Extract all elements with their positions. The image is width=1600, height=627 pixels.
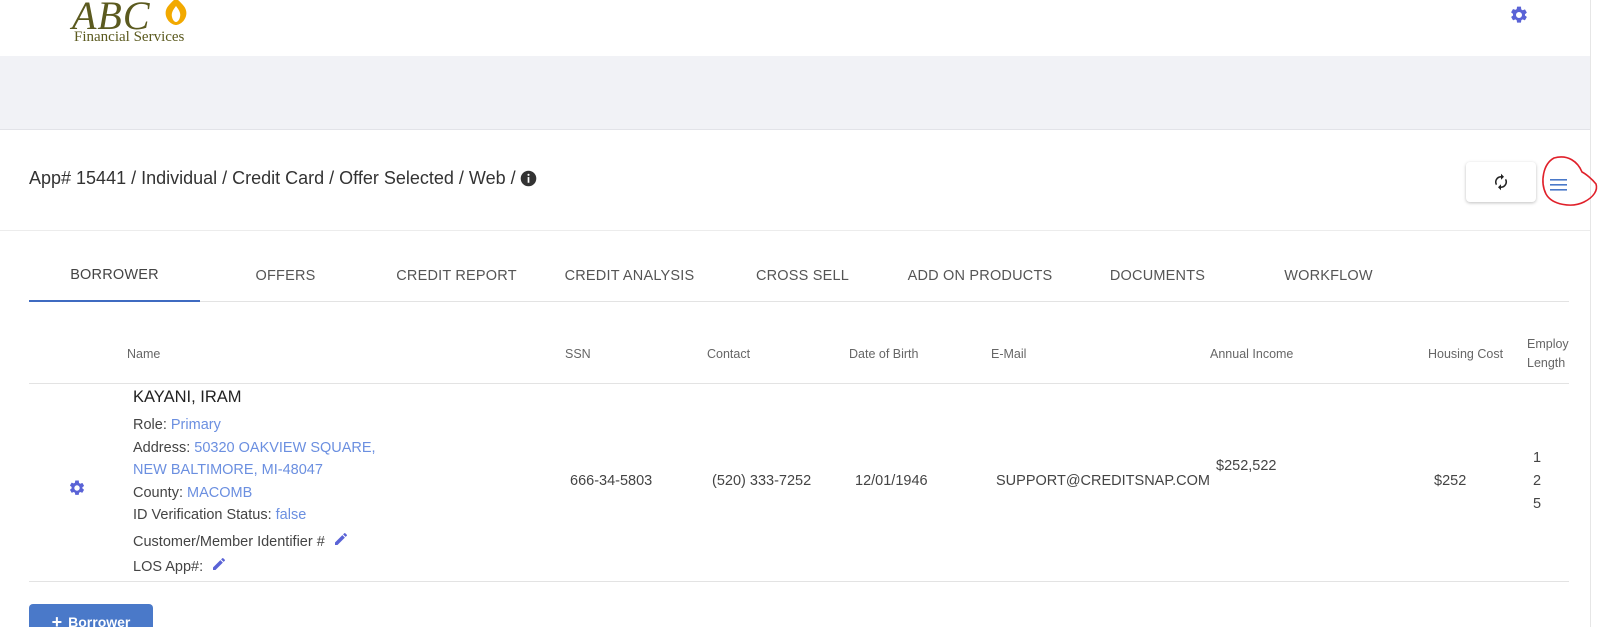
borrower-contact: (520) 333-7252	[712, 473, 812, 489]
column-header-contact: Contact	[707, 347, 751, 361]
hamburger-menu-icon[interactable]	[1548, 174, 1570, 196]
scrollbar[interactable]	[1590, 0, 1600, 627]
tab-bar: BORROWER OFFERS CREDIT REPORT CREDIT ANA…	[29, 250, 1569, 302]
header-divider	[29, 383, 1569, 384]
top-bar: ABC Financial Services	[0, 0, 1600, 56]
idv-label: ID Verification Status:	[133, 507, 272, 523]
employ-length-2: 2	[1533, 473, 1542, 489]
borrower-role: Role: Primary	[133, 417, 221, 433]
settings-gear-icon[interactable]	[1509, 5, 1529, 25]
column-header-length: Length	[1527, 356, 1566, 370]
refresh-button[interactable]	[1466, 162, 1536, 202]
borrower-income: $252,522	[1216, 458, 1277, 474]
column-header-email: E-Mail	[991, 347, 1027, 361]
tab-cross-sell[interactable]: CROSS SELL	[717, 250, 888, 302]
county-value: MACOMB	[187, 485, 253, 501]
borrower-settings-gear-icon[interactable]	[68, 479, 86, 497]
column-header-ssn: SSN	[565, 347, 591, 361]
customer-id-label: Customer/Member Identifier #	[133, 534, 325, 550]
header-band	[0, 56, 1590, 130]
column-header-housing: Housing Cost	[1428, 347, 1504, 361]
divider	[0, 230, 1590, 231]
edit-pencil-icon[interactable]	[211, 556, 227, 572]
tab-offers[interactable]: OFFERS	[200, 250, 371, 302]
borrower-housing: $252	[1434, 473, 1467, 489]
plus-icon: +	[51, 611, 63, 627]
borrower-county: County: MACOMB	[133, 485, 252, 501]
logo-subtitle: Financial Services	[74, 29, 185, 45]
address-label: Address:	[133, 440, 191, 456]
los-label: LOS App#:	[133, 559, 204, 575]
add-borrower-button[interactable]: + Borrower	[29, 604, 153, 627]
los-app-number: LOS App#:	[133, 556, 227, 575]
id-verification-status: ID Verification Status: false	[133, 507, 306, 523]
column-header-income: Annual Income	[1210, 347, 1294, 361]
tab-borrower[interactable]: BORROWER	[29, 250, 200, 302]
address-line1[interactable]: 50320 OAKVIEW SQUARE,	[194, 440, 375, 456]
tab-workflow[interactable]: WORKFLOW	[1243, 250, 1414, 302]
borrower-ssn: 666-34-5803	[570, 473, 653, 489]
employ-length-1: 1	[1533, 450, 1542, 466]
info-icon[interactable]	[520, 170, 537, 187]
row-divider	[29, 581, 1569, 582]
application-breadcrumb: App# 15441 / Individual / Credit Card / …	[29, 168, 516, 188]
tab-add-on-products[interactable]: ADD ON PRODUCTS	[888, 250, 1072, 302]
add-borrower-label: Borrower	[68, 614, 131, 627]
tab-documents[interactable]: DOCUMENTS	[1072, 250, 1243, 302]
refresh-icon	[1495, 173, 1507, 191]
flame-icon	[165, 0, 187, 25]
borrower-email: SUPPORT@CREDITSNAP.COM	[996, 473, 1210, 489]
column-header-dob: Date of Birth	[849, 347, 919, 361]
company-logo: ABC Financial Services	[72, 0, 202, 50]
tab-credit-analysis[interactable]: CREDIT ANALYSIS	[542, 250, 717, 302]
borrower-address: Address: 50320 OAKVIEW SQUARE,	[133, 440, 376, 456]
tab-credit-report[interactable]: CREDIT REPORT	[371, 250, 542, 302]
employ-length-3: 5	[1533, 496, 1542, 512]
customer-identifier: Customer/Member Identifier #	[133, 531, 349, 550]
borrower-name: KAYANI, IRAM	[133, 388, 242, 406]
application-title: App# 15441 / Individual / Credit Card / …	[29, 168, 537, 189]
role-label: Role:	[133, 417, 167, 433]
column-header-name: Name	[127, 347, 161, 361]
county-label: County:	[133, 485, 183, 501]
column-header-employ: Employ	[1527, 337, 1569, 351]
edit-pencil-icon[interactable]	[333, 531, 349, 547]
idv-value: false	[275, 507, 307, 523]
borrower-dob: 12/01/1946	[855, 473, 928, 489]
address-line2[interactable]: NEW BALTIMORE, MI-48047	[133, 462, 323, 478]
role-value: Primary	[170, 417, 221, 433]
